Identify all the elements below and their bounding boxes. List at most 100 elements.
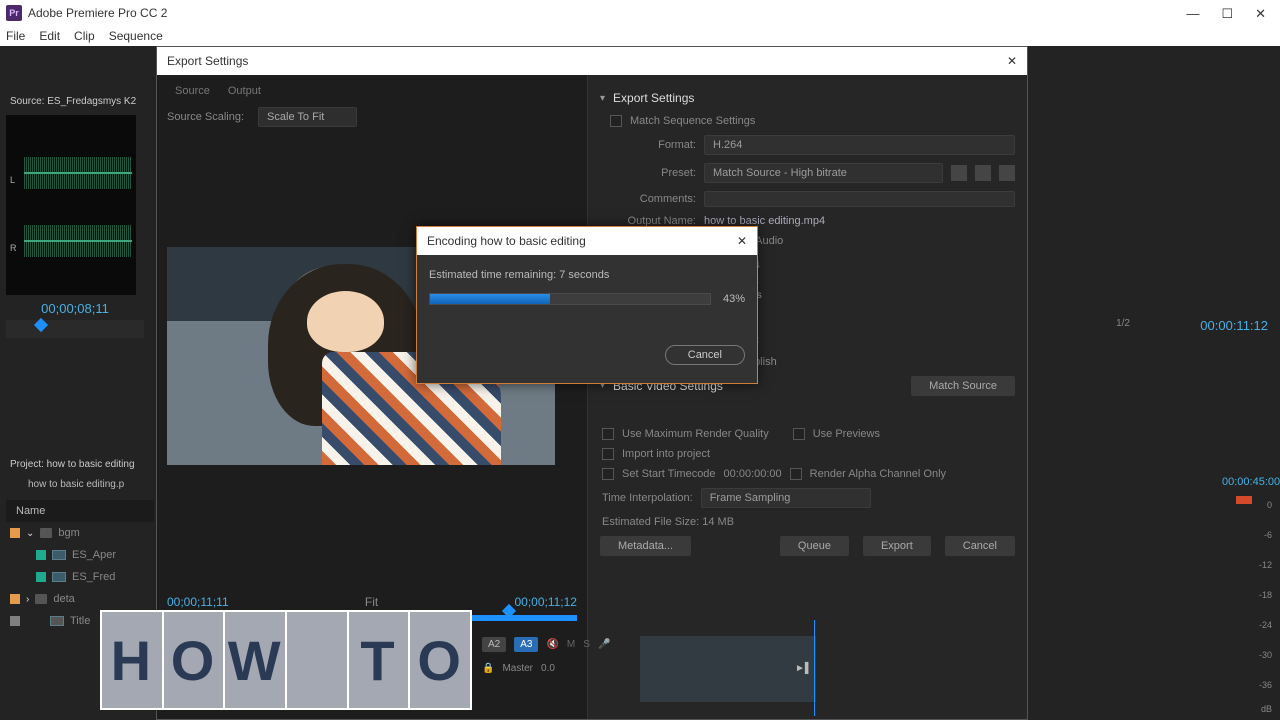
clip-row[interactable]: ES_Aper <box>6 544 154 566</box>
master-value[interactable]: 0.0 <box>541 663 555 674</box>
in-timecode[interactable]: 00;00;11;11 <box>167 595 229 609</box>
source-scaling-dropdown[interactable]: Scale To Fit <box>258 107 357 127</box>
howto-title-graphic: H O W T O <box>100 610 472 710</box>
window-controls: — ☐ ✕ <box>1172 0 1280 28</box>
track-label[interactable]: A3 <box>514 637 538 652</box>
cancel-button[interactable]: Cancel <box>945 536 1015 556</box>
use-previews-checkbox[interactable] <box>793 428 805 440</box>
chevron-down-icon[interactable]: ▾ <box>600 93 605 104</box>
lock-icon[interactable]: 🔒 <box>482 663 494 674</box>
max-render-label: Use Maximum Render Quality <box>622 428 769 440</box>
track-header-a3[interactable]: A2 A3 🔇 MS 🎤 <box>476 632 812 656</box>
bin-label: deta <box>53 593 74 605</box>
export-dialog-titlebar: Export Settings ✕ <box>157 47 1027 75</box>
est-filesize: Estimated File Size: 14 MB <box>602 516 734 528</box>
queue-button[interactable]: Queue <box>780 536 849 556</box>
tab-source[interactable]: Source <box>175 85 210 97</box>
label-chip <box>10 528 20 538</box>
source-scrubbar[interactable] <box>6 320 144 338</box>
out-timecode[interactable]: 00;00;11;12 <box>514 595 577 609</box>
source-scaling-label: Source Scaling: <box>167 111 244 123</box>
track-header-master[interactable]: 🔒 Master 0.0 ►▌ <box>476 656 812 680</box>
match-source-button[interactable]: Match Source <box>911 376 1015 396</box>
start-tc-label: Set Start Timecode <box>622 468 716 480</box>
match-sequence-label: Match Sequence Settings <box>630 115 755 127</box>
import-project-checkbox[interactable] <box>602 448 614 460</box>
delete-preset-icon[interactable] <box>999 165 1015 181</box>
audio-meter: 00:00:45:00 0 -6 -12 -18 -24 -30 -36 dB <box>1222 476 1272 712</box>
project-panel-tab[interactable]: Project: how to basic editing <box>6 456 154 473</box>
fit-dropdown[interactable]: Fit <box>365 595 378 609</box>
clip-label: Title <box>70 615 90 627</box>
import-project-label: Import into project <box>622 448 710 460</box>
encoding-dialog-title: Encoding how to basic editing <box>427 234 586 248</box>
clip-label: ES_Aper <box>72 549 116 561</box>
import-preset-icon[interactable] <box>975 165 991 181</box>
time-interp-label: Time Interpolation: <box>602 492 693 504</box>
max-render-checkbox[interactable] <box>602 428 614 440</box>
bin-row-bgm[interactable]: ⌄ bgm <box>6 522 154 544</box>
timeline-track-headers: A2 A3 🔇 MS 🎤 🔒 Master 0.0 ►▌ <box>476 632 812 700</box>
track-label[interactable]: A2 <box>482 637 506 652</box>
mute-icon[interactable]: 🔇 <box>546 639 558 650</box>
folder-icon <box>35 594 47 604</box>
preset-dropdown[interactable]: Match Source - High bitrate <box>704 163 943 183</box>
encoding-cancel-button[interactable]: Cancel <box>665 345 745 365</box>
source-timecode: 00;00;08;11 <box>6 301 144 316</box>
channel-left-label: L <box>10 175 15 185</box>
playback-resolution[interactable]: 1/2 <box>1116 318 1130 329</box>
close-icon[interactable]: ✕ <box>737 234 747 248</box>
minimize-button[interactable]: — <box>1186 6 1199 22</box>
master-label: Master <box>502 663 533 674</box>
meter-timecode: 00:00:45:00 <box>1222 476 1272 488</box>
menu-sequence[interactable]: Sequence <box>109 29 163 43</box>
close-icon[interactable]: ✕ <box>1007 54 1017 68</box>
use-previews-label: Use Previews <box>813 428 880 440</box>
comments-input[interactable] <box>704 191 1015 207</box>
metadata-button[interactable]: Metadata... <box>600 536 691 556</box>
render-alpha-checkbox[interactable] <box>790 468 802 480</box>
format-dropdown[interactable]: H.264 <box>704 135 1015 155</box>
export-settings-header: Export Settings <box>613 91 694 105</box>
time-interp-dropdown[interactable]: Frame Sampling <box>701 488 871 508</box>
start-tc-value[interactable]: 00:00:00:00 <box>724 468 782 480</box>
export-dialog-title: Export Settings <box>167 54 248 68</box>
encoding-eta: Estimated time remaining: 7 seconds <box>429 269 745 281</box>
program-timecode: 00:00:11:12 <box>1200 318 1268 333</box>
source-waveform[interactable]: L R <box>6 115 136 295</box>
encoding-progress-dialog: Encoding how to basic editing ✕ Estimate… <box>416 226 758 384</box>
bin-row-deta[interactable]: › deta <box>6 588 154 610</box>
preset-label: Preset: <box>622 167 696 179</box>
title-clip-icon <box>50 616 64 626</box>
timeline-playhead[interactable] <box>814 620 815 716</box>
save-preset-icon[interactable] <box>951 165 967 181</box>
folder-icon <box>40 528 52 538</box>
clip-led-icon <box>1236 496 1252 504</box>
close-button[interactable]: ✕ <box>1255 6 1266 22</box>
playhead-icon[interactable] <box>34 318 48 332</box>
clip-row[interactable]: ES_Fred <box>6 566 154 588</box>
menu-clip[interactable]: Clip <box>74 29 95 43</box>
chevron-right-icon[interactable]: › <box>26 594 29 605</box>
comments-label: Comments: <box>622 193 696 205</box>
menubar: File Edit Clip Sequence <box>0 26 1280 46</box>
audio-clip-icon <box>52 572 66 582</box>
start-tc-checkbox[interactable] <box>602 468 614 480</box>
source-panel-tab[interactable]: Source: ES_Fredagsmys K2 <box>6 94 144 109</box>
chevron-down-icon[interactable]: ⌄ <box>26 528 34 539</box>
tab-output[interactable]: Output <box>228 85 261 97</box>
maximize-button[interactable]: ☐ <box>1221 6 1233 22</box>
format-label: Format: <box>622 139 696 151</box>
render-alpha-label: Render Alpha Channel Only <box>810 468 946 480</box>
skip-icon[interactable]: ►▌ <box>795 663 812 674</box>
app-title: Adobe Premiere Pro CC 2 <box>28 6 167 20</box>
match-sequence-checkbox[interactable] <box>610 115 622 127</box>
export-button[interactable]: Export <box>863 536 931 556</box>
menu-file[interactable]: File <box>6 29 25 43</box>
label-chip <box>10 616 20 626</box>
mic-icon[interactable]: 🎤 <box>598 639 610 650</box>
export-settings-pane: ▾ Export Settings Match Sequence Setting… <box>587 75 1027 719</box>
column-header-name[interactable]: Name <box>6 500 154 522</box>
progress-bar <box>429 293 711 305</box>
menu-edit[interactable]: Edit <box>39 29 60 43</box>
